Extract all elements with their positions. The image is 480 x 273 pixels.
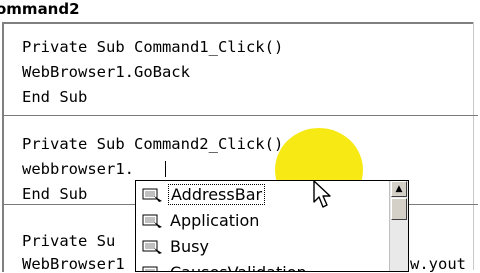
code-line[interactable]: Private Su [22, 232, 115, 250]
code-line[interactable]: WebBrowser1.GoBack [22, 63, 190, 81]
property-icon [142, 240, 162, 254]
text-caret [165, 161, 166, 177]
autocomplete-item-busy[interactable]: Busy [136, 234, 388, 259]
code-line[interactable]: w.yout [410, 255, 466, 273]
property-icon [142, 188, 162, 202]
code-line[interactable]: End Sub [22, 88, 87, 106]
autocomplete-item-addressbar[interactable]: AddressBar [136, 182, 388, 207]
mouse-pointer-icon [313, 180, 331, 208]
window-title-bar: ommand2 [0, 0, 480, 20]
code-line[interactable]: Private Sub Command1_Click() [22, 38, 283, 56]
property-icon [142, 266, 158, 271]
editor-right-border [473, 22, 474, 270]
scroll-up-button[interactable]: ▲ [391, 181, 407, 197]
autocomplete-item-label: Busy [170, 237, 209, 256]
code-line[interactable]: Private Sub Command2_Click() [22, 135, 283, 153]
autocomplete-item-label: AddressBar [168, 184, 266, 205]
property-icon [142, 214, 162, 228]
autocomplete-item-label: CausesValidation [170, 263, 307, 271]
procedure-separator [4, 115, 478, 116]
scroll-up-arrow-icon: ▲ [395, 184, 403, 194]
autocomplete-item-label: Application [170, 211, 260, 230]
code-line[interactable]: End Sub [22, 185, 87, 203]
autocomplete-list[interactable]: AddressBar Application Busy CausesValida… [135, 180, 409, 272]
autocomplete-scrollbar[interactable]: ▲ [389, 181, 408, 271]
scrollbar-thumb[interactable] [391, 198, 407, 220]
autocomplete-item-application[interactable]: Application [136, 208, 388, 233]
code-line[interactable]: webbrowser1. [22, 160, 134, 178]
autocomplete-item-causesvalidation[interactable]: CausesValidation [136, 260, 388, 271]
code-line[interactable]: WebBrowser1 [22, 255, 125, 273]
window-title: ommand2 [0, 0, 80, 18]
